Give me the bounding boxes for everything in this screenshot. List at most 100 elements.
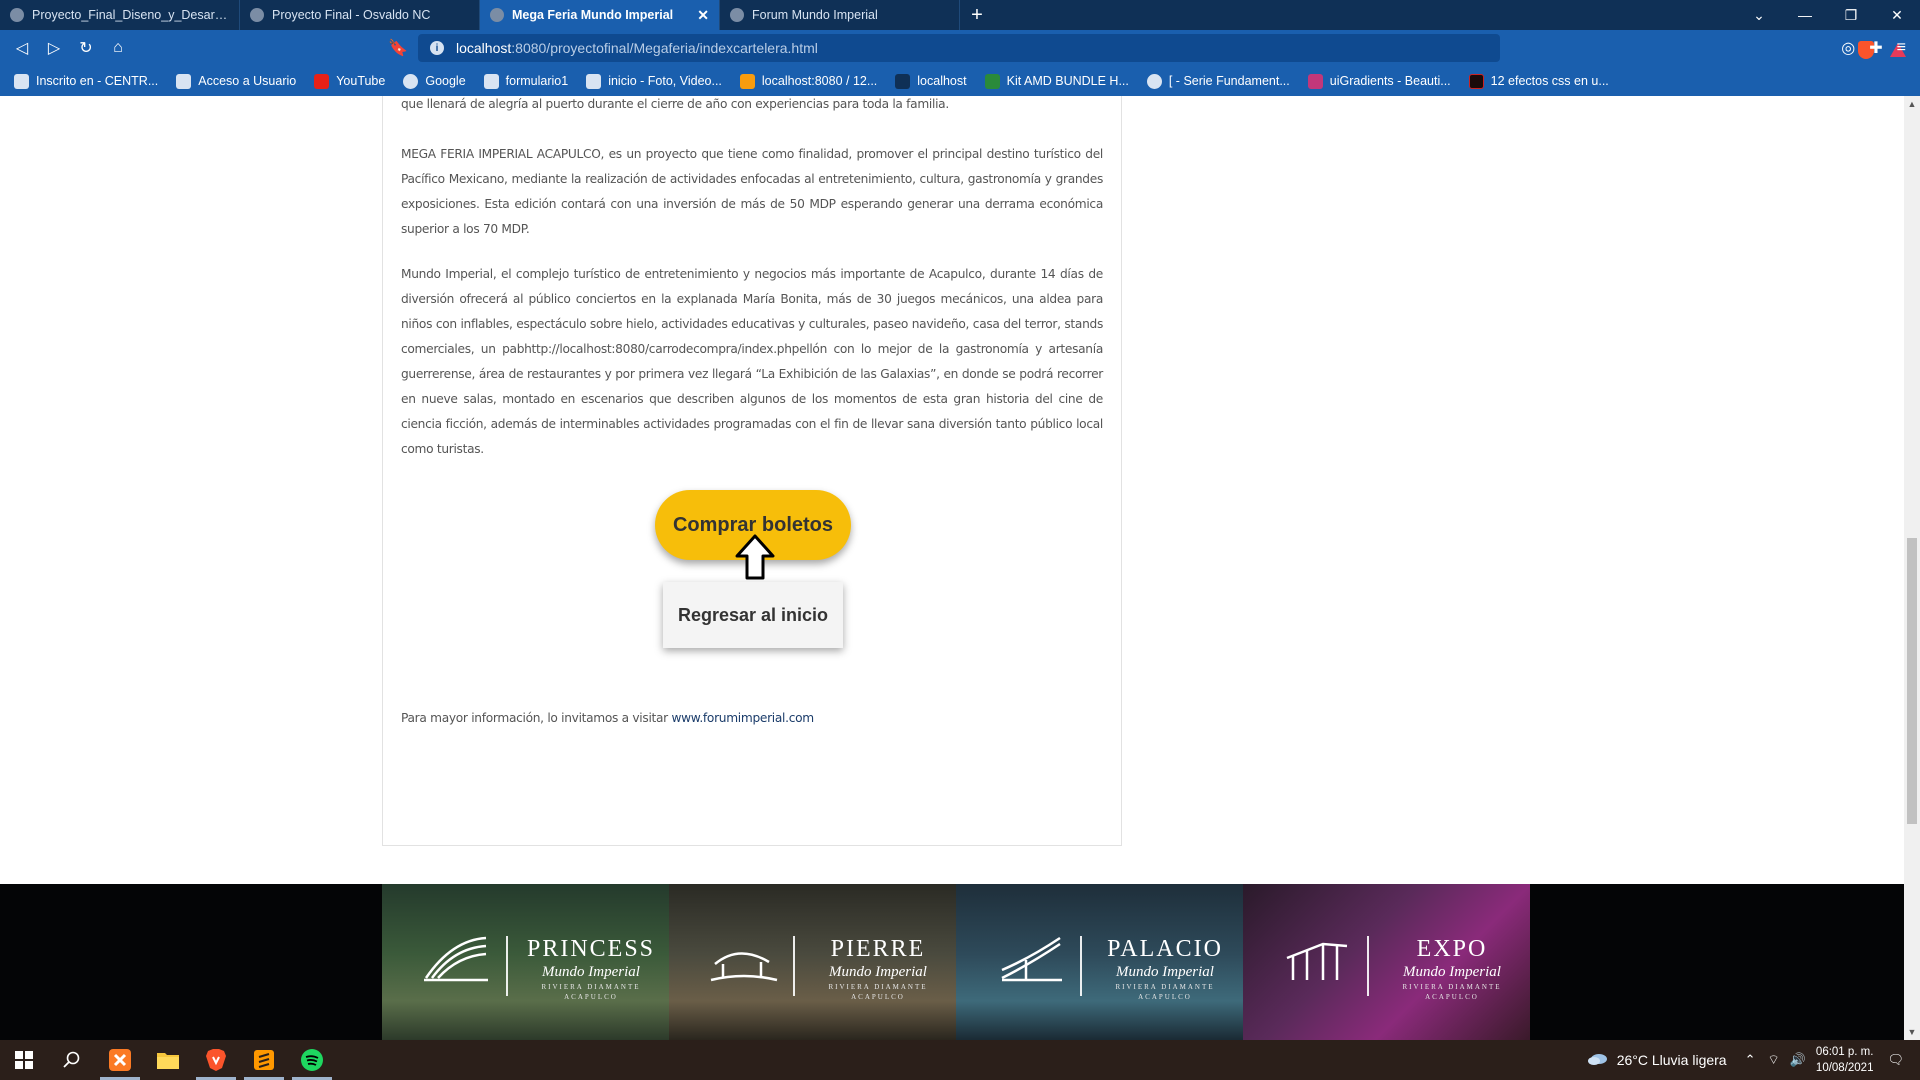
- minimize-button[interactable]: —: [1782, 0, 1828, 30]
- logo-separator: [1080, 936, 1082, 996]
- bookmark-favicon-icon: [176, 73, 192, 89]
- taskbar-spotify[interactable]: [288, 1040, 336, 1080]
- vpn-icon[interactable]: ◎: [1841, 38, 1855, 58]
- tab-proyecto-final-osvaldo[interactable]: Proyecto Final - Osvaldo NC: [240, 0, 480, 30]
- clock-time: 06:01 p. m.: [1815, 1046, 1874, 1058]
- close-tab-icon[interactable]: ✕: [697, 7, 709, 24]
- hotel-expo-banner[interactable]: EXPO Mundo Imperial RIVIERA DIAMANTE ACAP…: [1243, 884, 1530, 1040]
- bookmark-item[interactable]: [ - Serie Fundament...: [1146, 73, 1290, 89]
- bookmark-icon[interactable]: 🔖: [382, 33, 414, 63]
- bookmark-label: inicio - Foto, Video...: [608, 74, 722, 88]
- bookmark-label: YouTube: [336, 74, 386, 88]
- scrollbar-thumb[interactable]: [1907, 538, 1917, 824]
- hotel-sub2: ACAPULCO: [564, 993, 618, 1001]
- bookmark-item[interactable]: YouTube: [314, 73, 386, 89]
- bookmark-favicon-icon: [895, 73, 911, 89]
- forum-imperial-link[interactable]: www.forumimperial.com: [671, 711, 814, 725]
- taskbar-brave[interactable]: [192, 1040, 240, 1080]
- page-scrollbar[interactable]: ▲ ▼: [1904, 96, 1920, 1040]
- weather-widget[interactable]: 26°C Lluvia ligera: [1587, 1052, 1727, 1068]
- hotel-palacio-banner[interactable]: PALACIO Mundo Imperial RIVIERA DIAMANTE A…: [956, 884, 1243, 1040]
- start-button[interactable]: [0, 1040, 48, 1080]
- bookmark-item[interactable]: Google: [403, 73, 466, 89]
- bookmark-item[interactable]: Inscrito en - CENTR...: [14, 73, 159, 89]
- new-tab-button[interactable]: +: [960, 0, 994, 30]
- logo-separator: [793, 936, 795, 996]
- bookmark-favicon-icon: [1146, 73, 1162, 89]
- taskbar-file-explorer[interactable]: [144, 1040, 192, 1080]
- reload-icon[interactable]: ↻: [70, 33, 102, 63]
- scroll-down-icon[interactable]: ▼: [1904, 1024, 1920, 1040]
- brave-browser-icon: [206, 1049, 226, 1071]
- bookmark-item[interactable]: uiGradients - Beauti...: [1307, 73, 1451, 89]
- forward-icon[interactable]: ▷: [38, 33, 70, 63]
- hotel-sub2: ACAPULCO: [1425, 993, 1479, 1001]
- bookmark-item[interactable]: 12 efectos css en u...: [1468, 73, 1609, 89]
- bookmark-favicon-icon: [586, 73, 602, 89]
- address-bar[interactable]: i localhost:8080/proyectofinal/Megaferia…: [418, 34, 1906, 62]
- bookmark-label: formulario1: [505, 74, 569, 88]
- hotel-pierre-banner[interactable]: PIERRE Mundo Imperial RIVIERA DIAMANTE AC…: [669, 884, 956, 1040]
- content-card: que llenará de alegría al puerto durante…: [382, 96, 1122, 846]
- back-to-home-button[interactable]: Regresar al inicio: [663, 582, 843, 648]
- back-icon[interactable]: ◁: [6, 33, 38, 63]
- palacio-building-icon: [1001, 936, 1062, 982]
- bookmark-item[interactable]: inicio - Foto, Video...: [586, 73, 722, 89]
- hotel-script: Mundo Imperial: [829, 964, 927, 980]
- hotel-sub1: RIVIERA DIAMANTE: [828, 983, 928, 991]
- site-info-icon[interactable]: i: [430, 41, 444, 55]
- clock[interactable]: 06:01 p. m. 10/08/2021: [1816, 1044, 1874, 1076]
- home-icon[interactable]: ⌂: [102, 33, 134, 63]
- weather-text: 26°C Lluvia ligera: [1616, 1052, 1727, 1068]
- restore-button[interactable]: ❐: [1828, 0, 1874, 30]
- bookmark-item[interactable]: Acceso a Usuario: [176, 73, 297, 89]
- bookmark-label: Google: [425, 74, 466, 88]
- tab-search-icon[interactable]: ⌄: [1736, 0, 1782, 30]
- spotify-icon: [301, 1049, 323, 1071]
- volume-icon[interactable]: 🔊: [1790, 1052, 1806, 1068]
- show-hidden-icons[interactable]: ⌃: [1745, 1052, 1756, 1068]
- paragraph-mega-feria: MEGA FERIA IMPERIAL ACAPULCO, es un proy…: [401, 147, 1103, 236]
- window-controls: ⌄ — ❐ ✕: [1736, 0, 1920, 30]
- hotel-princess-banner[interactable]: PRINCESS Mundo Imperial RIVIERA DIAMANTE…: [382, 884, 669, 1040]
- tab-mega-feria[interactable]: Mega Feria Mundo Imperial ✕: [480, 0, 720, 30]
- tab-title: Proyecto_Final_Diseno_y_Desarrollo_C: [32, 8, 229, 22]
- notifications-icon[interactable]: 🗨: [1887, 1052, 1904, 1068]
- extensions-icon[interactable]: ✚: [1869, 38, 1882, 58]
- favicon-icon: [250, 8, 264, 22]
- tab-proyecto-final-diseno[interactable]: Proyecto_Final_Diseno_y_Desarrollo_C: [0, 0, 240, 30]
- hotel-location: RIVIERA DIAMANTE ACAPULCO: [803, 982, 953, 1002]
- close-window-button[interactable]: ✕: [1874, 0, 1920, 30]
- bookmark-item[interactable]: localhost:8080 / 12...: [739, 73, 877, 89]
- pierre-palms-icon: [710, 952, 778, 982]
- taskbar-xampp[interactable]: [96, 1040, 144, 1080]
- bookmark-favicon-icon: [984, 73, 1000, 89]
- search-button[interactable]: [48, 1040, 96, 1080]
- bookmark-item[interactable]: formulario1: [483, 73, 569, 89]
- bookmark-item[interactable]: localhost: [895, 73, 967, 89]
- scroll-up-icon[interactable]: ▲: [1904, 96, 1920, 112]
- menu-icon[interactable]: ≡: [1897, 39, 1906, 57]
- clock-date: 10/08/2021: [1815, 1062, 1874, 1074]
- tab-forum-mundo-imperial[interactable]: Forum Mundo Imperial: [720, 0, 960, 30]
- windows-logo-icon: [15, 1051, 33, 1069]
- hotel-name: PIERRE: [830, 936, 926, 962]
- navigation-bar: ◁ ▷ ↻ ⌂ 🔖 i localhost:8080/proyectofinal…: [0, 30, 1920, 66]
- hotel-name: EXPO: [1416, 936, 1488, 962]
- favicon-icon: [490, 8, 504, 22]
- taskbar-sublime[interactable]: [240, 1040, 288, 1080]
- hotels-footer: PRINCESS Mundo Imperial RIVIERA DIAMANTE…: [0, 884, 1904, 1040]
- network-icon[interactable]: ⌔: [1768, 1052, 1780, 1068]
- bookmark-label: 12 efectos css en u...: [1490, 74, 1609, 88]
- page-viewport: que llenará de alegría al puerto durante…: [0, 96, 1904, 1040]
- hotel-location: RIVIERA DIAMANTE ACAPULCO: [1377, 982, 1527, 1002]
- bookmark-label: Inscrito en - CENTR...: [36, 74, 159, 88]
- bookmark-label: [ - Serie Fundament...: [1168, 74, 1290, 88]
- bookmark-label: uiGradients - Beauti...: [1329, 74, 1451, 88]
- uigradients-icon: [1307, 73, 1323, 89]
- paragraph-intro-end: que llenará de alegría al puerto durante…: [401, 97, 949, 111]
- bookmark-label: Acceso a Usuario: [198, 74, 297, 88]
- expo-building-icon: [1286, 942, 1348, 980]
- bookmark-item[interactable]: Kit AMD BUNDLE H...: [984, 73, 1129, 89]
- sublime-text-icon: [254, 1050, 274, 1070]
